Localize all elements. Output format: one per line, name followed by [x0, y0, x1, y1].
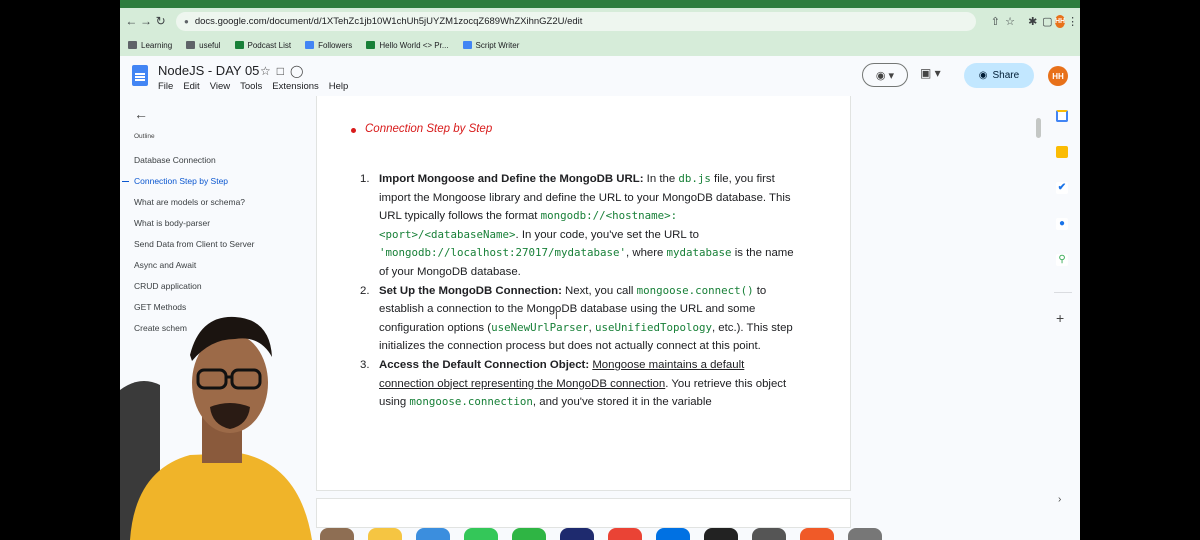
- webcam-presenter-overlay: [120, 316, 312, 540]
- address-bar-row: ← → ↻ ● docs.google.com/document/d/1XTeh…: [120, 8, 1080, 34]
- outline-item[interactable]: What are models or schema?: [134, 197, 245, 207]
- extensions-icon[interactable]: ✱: [1025, 15, 1040, 28]
- menu-tools[interactable]: Tools: [240, 81, 262, 92]
- user-avatar[interactable]: HH: [1048, 66, 1068, 86]
- dock-app-icon[interactable]: [656, 528, 690, 540]
- site-info-icon[interactable]: ●: [184, 17, 189, 26]
- folder-move-icon[interactable]: □: [277, 64, 290, 78]
- outline-label: Outline: [134, 133, 155, 140]
- docs-icon: [305, 41, 315, 49]
- menu-help[interactable]: Help: [329, 81, 349, 92]
- chevron-right-icon[interactable]: ›: [1058, 494, 1061, 505]
- calendar-icon[interactable]: [1056, 110, 1068, 122]
- dock-app-icon[interactable]: [704, 528, 738, 540]
- dock-app-icon[interactable]: [368, 528, 402, 540]
- bookmark-item[interactable]: Podcast List: [234, 41, 291, 50]
- outline-item[interactable]: Send Data from Client to Server: [134, 239, 254, 249]
- dock-app-icon[interactable]: [800, 528, 834, 540]
- arrow-left-icon[interactable]: ←: [134, 106, 148, 122]
- outline-item[interactable]: Database Connection: [134, 155, 216, 165]
- back-icon[interactable]: ←: [124, 14, 139, 28]
- share-page-icon[interactable]: ⇧: [988, 15, 1003, 28]
- bookmark-item[interactable]: Learning: [128, 41, 172, 50]
- outline-item[interactable]: CRUD application: [134, 281, 202, 291]
- folder-icon: [128, 41, 137, 49]
- next-page[interactable]: [316, 498, 851, 528]
- list-item: 2. Set Up the MongoDB Connection: Next, y…: [360, 283, 793, 353]
- scrollbar-thumb[interactable]: [1036, 118, 1041, 138]
- contacts-icon[interactable]: ●: [1056, 218, 1068, 230]
- outline-item[interactable]: What is body-parser: [134, 218, 210, 228]
- dock-app-icon[interactable]: [416, 528, 450, 540]
- document-title[interactable]: NodeJS - DAY 05: [158, 63, 259, 78]
- menu-view[interactable]: View: [210, 81, 230, 92]
- menu-file[interactable]: File: [158, 81, 173, 92]
- bookmark-star-icon[interactable]: ☆: [1003, 15, 1018, 28]
- menu-dots-icon[interactable]: ⋮: [1065, 15, 1080, 28]
- dock-app-icon[interactable]: [320, 528, 354, 540]
- forward-icon[interactable]: →: [139, 14, 154, 28]
- profile-avatar[interactable]: HH: [1054, 14, 1066, 28]
- steps-list: 1. Import Mongoose and Define the MongoDB…: [360, 170, 800, 412]
- tasks-icon[interactable]: ✔: [1056, 182, 1068, 194]
- menu-extensions[interactable]: Extensions: [272, 81, 318, 92]
- title-icons: ☆□◯: [260, 64, 309, 78]
- dock-app-icon[interactable]: [848, 528, 882, 540]
- menu-edit[interactable]: Edit: [183, 81, 199, 92]
- dock-app-icon[interactable]: [608, 528, 642, 540]
- tab-strip[interactable]: [120, 0, 1080, 8]
- outline-item[interactable]: Async and Await: [134, 260, 196, 270]
- url-text: docs.google.com/document/d/1XTehZc1jb10W…: [194, 15, 583, 27]
- reload-icon[interactable]: ↻: [153, 14, 168, 28]
- video-call-button[interactable]: ▣ ▾: [920, 66, 941, 80]
- docs-header: NodeJS - DAY 05 ☆□◯ File Edit View Tools…: [120, 56, 1080, 96]
- maps-icon[interactable]: ⚲: [1056, 254, 1068, 266]
- add-addon-icon[interactable]: +: [1056, 310, 1064, 326]
- bookmark-item[interactable]: Followers: [305, 41, 352, 50]
- bookmarks-bar: Learning useful Podcast List Followers H…: [120, 34, 1080, 56]
- menu-bar: File Edit View Tools Extensions Help: [158, 81, 348, 92]
- text-cursor-icon: I: [555, 311, 558, 322]
- screen: ← → ↻ ● docs.google.com/document/d/1XTeh…: [120, 0, 1080, 540]
- dock-app-icon[interactable]: [464, 528, 498, 540]
- bookmark-item[interactable]: Hello World <> Pr...: [366, 41, 449, 50]
- macos-dock: [320, 528, 920, 540]
- list-item: 1. Import Mongoose and Define the MongoDB…: [360, 172, 794, 278]
- sheets-icon: [234, 41, 244, 49]
- google-docs-logo-icon[interactable]: [132, 65, 148, 86]
- dock-app-icon[interactable]: [512, 528, 546, 540]
- keep-icon[interactable]: [1056, 146, 1068, 158]
- view-mode-button[interactable]: ◉ ▾: [862, 63, 908, 87]
- view-mode-icon: ◉ ▾: [875, 69, 895, 82]
- share-button[interactable]: ◉ Share: [964, 63, 1034, 88]
- cloud-status-icon[interactable]: ◯: [290, 64, 309, 78]
- globe-icon: ◉: [978, 70, 988, 81]
- sheets-icon: [366, 41, 376, 49]
- url-input[interactable]: ● docs.google.com/document/d/1XTehZc1jb1…: [176, 11, 977, 31]
- docs-icon: [462, 41, 472, 49]
- document-page[interactable]: Connection Step by Step 1. Import Mongoos…: [316, 96, 851, 491]
- list-item: 3. Access the Default Connection Object: …: [360, 358, 787, 409]
- bullet-heading: Connection Step by Step: [350, 123, 493, 135]
- side-panel-icon[interactable]: ▢: [1040, 15, 1055, 28]
- divider: [1054, 292, 1072, 293]
- folder-icon: [186, 41, 196, 49]
- bookmark-item[interactable]: useful: [186, 41, 221, 50]
- video-call-icon: ▣ ▾: [920, 66, 941, 80]
- star-icon[interactable]: ☆: [260, 64, 277, 78]
- dock-app-icon[interactable]: [752, 528, 786, 540]
- side-panel: ✔ ● ⚲ + ›: [1046, 96, 1080, 540]
- outline-item-active[interactable]: Connection Step by Step: [121, 176, 228, 186]
- bookmark-item[interactable]: Script Writer: [462, 41, 519, 50]
- dock-app-icon[interactable]: [560, 528, 594, 540]
